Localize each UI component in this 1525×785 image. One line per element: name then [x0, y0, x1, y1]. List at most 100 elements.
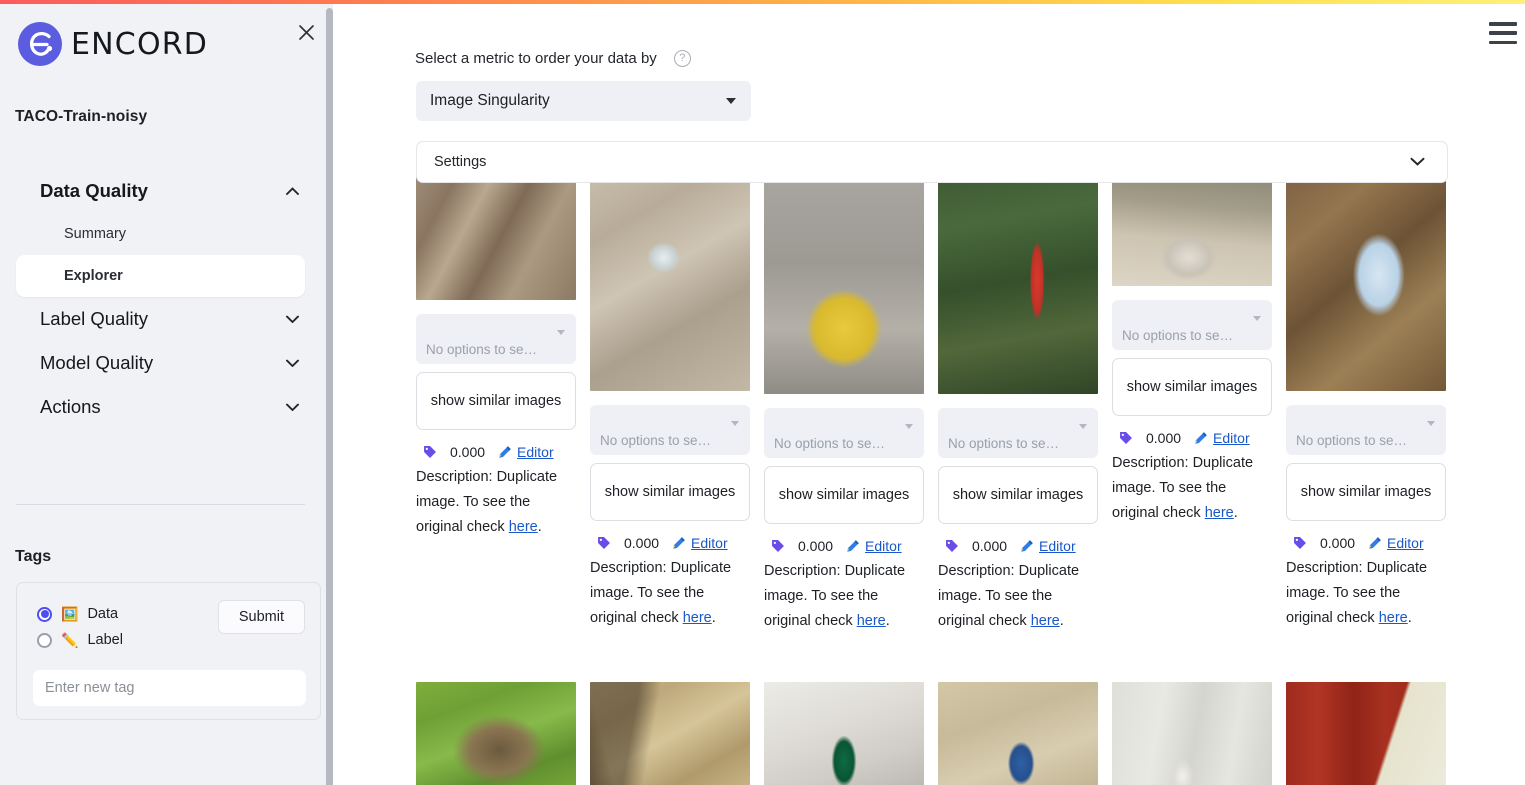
- result-thumbnail[interactable]: [1286, 176, 1446, 391]
- radio-label[interactable]: [37, 632, 52, 648]
- card-tag-select-placeholder: No options to se…: [1296, 432, 1408, 448]
- metric-value: 0.000: [1146, 430, 1182, 446]
- card-meta-row: 0.000 Editor: [938, 538, 1098, 554]
- show-similar-images-button[interactable]: show similar images: [1286, 463, 1446, 521]
- grid-column: No options to se… show similar images 0.00…: [1112, 176, 1272, 785]
- show-similar-images-button[interactable]: show similar images: [938, 466, 1098, 524]
- brand-logo: ENCORD: [18, 22, 208, 66]
- sidebar-item-model-quality[interactable]: Model Quality: [0, 341, 321, 385]
- settings-accordion[interactable]: Settings: [416, 141, 1448, 183]
- grid-column: No options to se… show similar images 0.00…: [764, 176, 924, 785]
- tag-icon: [597, 536, 611, 550]
- card-tag-select[interactable]: No options to se…: [764, 408, 924, 458]
- metric-value: 0.000: [972, 538, 1008, 554]
- card-tag-select[interactable]: No options to se…: [938, 408, 1098, 458]
- card-tag-select[interactable]: No options to se…: [590, 405, 750, 455]
- original-image-link[interactable]: here: [1379, 610, 1408, 626]
- chevron-down-icon: [557, 330, 565, 335]
- submit-tag-button[interactable]: Submit: [217, 600, 305, 634]
- metric-select-value: Image Singularity: [430, 92, 550, 109]
- result-thumbnail[interactable]: [1112, 176, 1272, 286]
- card-tag-select-placeholder: No options to se…: [600, 432, 712, 448]
- radio-data[interactable]: [37, 606, 52, 622]
- settings-label: Settings: [434, 154, 487, 170]
- app-root: ENCORD TACO-Train-noisy Data Quality Sum…: [0, 0, 1525, 785]
- sidebar-subitem-label: Explorer: [64, 268, 123, 284]
- new-tag-input[interactable]: [33, 670, 306, 706]
- card-meta-row: 0.000 Editor: [764, 538, 924, 554]
- hamburger-menu-icon[interactable]: [1489, 22, 1517, 44]
- original-image-link[interactable]: here: [683, 610, 712, 626]
- result-thumbnail[interactable]: [1112, 681, 1272, 785]
- pencil-icon: [1368, 536, 1382, 550]
- card-tag-select[interactable]: No options to se…: [1286, 405, 1446, 455]
- pencil-icon: [846, 539, 860, 553]
- metric-value: 0.000: [450, 444, 486, 460]
- result-card: [764, 681, 924, 785]
- accent-gradient-strip: [0, 0, 1525, 4]
- close-sidebar-button[interactable]: [293, 19, 319, 45]
- brand-name: ENCORD: [71, 26, 209, 62]
- chevron-down-icon: [286, 315, 299, 323]
- editor-link[interactable]: Editor: [1194, 430, 1250, 446]
- tag-icon: [771, 539, 785, 553]
- result-card: [1112, 681, 1272, 785]
- show-similar-images-button[interactable]: show similar images: [416, 372, 576, 430]
- grid-column: No options to se… show similar images 0.00…: [416, 176, 576, 785]
- result-card: [938, 681, 1098, 785]
- card-tag-select[interactable]: No options to se…: [1112, 300, 1272, 350]
- sidebar-item-summary[interactable]: Summary: [16, 213, 305, 255]
- result-thumbnail[interactable]: [764, 681, 924, 785]
- metric-label-row: Select a metric to order your data by ?: [415, 50, 691, 67]
- original-image-link[interactable]: here: [857, 613, 886, 629]
- sidebar-item-label: Model Quality: [40, 352, 154, 373]
- pencil-icon: [672, 536, 686, 550]
- chevron-down-icon: [726, 98, 736, 104]
- editor-link[interactable]: Editor: [1368, 535, 1424, 551]
- result-thumbnail[interactable]: [416, 176, 576, 300]
- sidebar-item-label-quality[interactable]: Label Quality: [0, 297, 321, 341]
- editor-link[interactable]: Editor: [846, 538, 902, 554]
- metric-value: 0.000: [1320, 535, 1356, 551]
- editor-link[interactable]: Editor: [672, 535, 728, 551]
- metric-select[interactable]: Image Singularity: [416, 81, 751, 121]
- sidebar-item-data-quality[interactable]: Data Quality: [0, 169, 321, 213]
- editor-link-label: Editor: [1387, 535, 1424, 551]
- card-tag-select[interactable]: No options to se…: [416, 314, 576, 364]
- show-similar-images-button[interactable]: show similar images: [1112, 358, 1272, 416]
- result-thumbnail[interactable]: [416, 681, 576, 785]
- result-thumbnail[interactable]: [764, 176, 924, 394]
- editor-link[interactable]: Editor: [1020, 538, 1076, 554]
- result-thumbnail[interactable]: [938, 681, 1098, 785]
- sidebar-scrollbar-thumb[interactable]: [326, 8, 333, 785]
- result-thumbnail[interactable]: [1286, 681, 1446, 785]
- sidebar-item-explorer[interactable]: Explorer: [16, 255, 305, 297]
- result-card: No options to se… show similar images 0.00…: [1112, 176, 1272, 527]
- sidebar: ENCORD TACO-Train-noisy Data Quality Sum…: [0, 4, 333, 785]
- hamburger-line: [1489, 22, 1517, 26]
- chevron-down-icon: [1253, 316, 1261, 321]
- result-card: No options to se… show similar images 0.00…: [764, 176, 924, 635]
- sidebar-item-actions[interactable]: Actions: [0, 385, 321, 429]
- original-image-link[interactable]: here: [509, 519, 538, 535]
- card-meta-row: 0.000 Editor: [416, 444, 576, 460]
- editor-link[interactable]: Editor: [498, 444, 554, 460]
- show-similar-images-button[interactable]: show similar images: [764, 466, 924, 524]
- tags-section-title: Tags: [15, 548, 52, 565]
- original-image-link[interactable]: here: [1031, 613, 1060, 629]
- sidebar-scrollbar[interactable]: [325, 8, 333, 785]
- result-thumbnail[interactable]: [590, 681, 750, 785]
- chevron-down-icon: [905, 424, 913, 429]
- original-image-link[interactable]: here: [1205, 505, 1234, 521]
- tags-panel: 🖼️ Data ✏️ Label Submit: [16, 582, 321, 720]
- result-thumbnail[interactable]: [938, 176, 1098, 394]
- show-similar-images-button[interactable]: show similar images: [590, 463, 750, 521]
- metric-label: Select a metric to order your data by: [415, 50, 657, 67]
- pencil-icon: [1194, 431, 1208, 445]
- question-mark-icon[interactable]: ?: [673, 50, 691, 67]
- result-thumbnail[interactable]: [590, 176, 750, 391]
- card-description: Description: Duplicate image. To see the…: [764, 563, 906, 630]
- editor-link-label: Editor: [865, 538, 902, 554]
- result-card: No options to se… show similar images 0.00…: [590, 176, 750, 632]
- editor-link-label: Editor: [1039, 538, 1076, 554]
